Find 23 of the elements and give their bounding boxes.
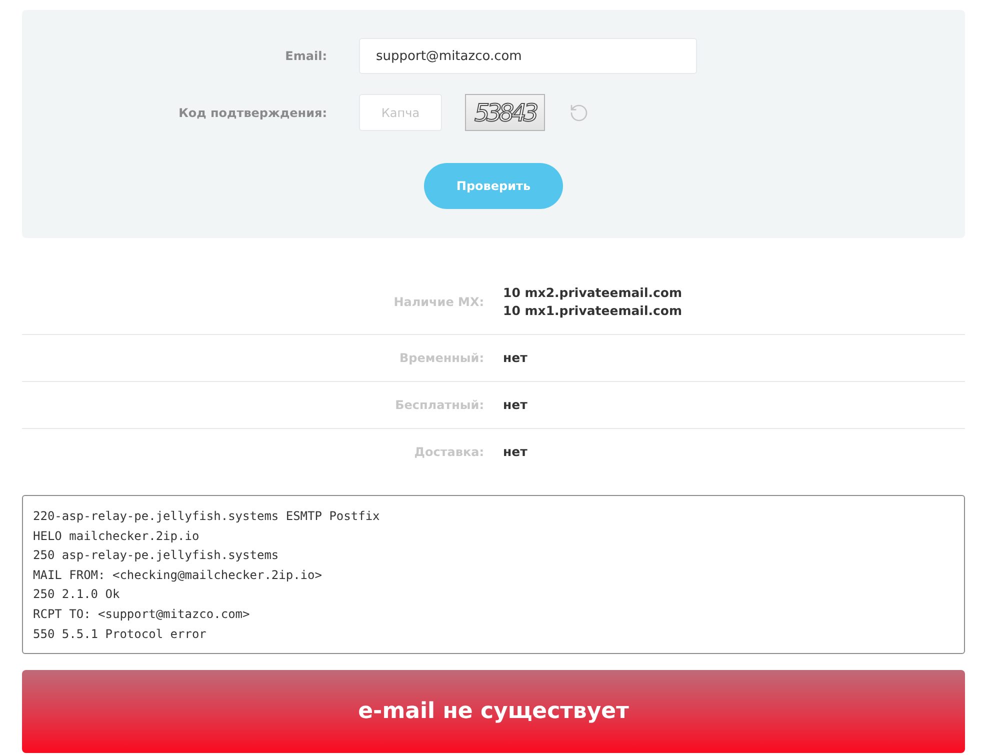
log-line: 250 2.1.0 Ok (33, 586, 121, 604)
result-label: Бесплатный: (394, 398, 484, 412)
result-label: Доставка: (413, 445, 484, 459)
refresh-icon[interactable] (569, 102, 589, 122)
log-line: 550 5.5.1 Protocol error (33, 626, 208, 643)
result-value: нет (503, 443, 528, 461)
result-label: Наличие MX: (392, 295, 484, 309)
result-value: нет (503, 349, 528, 367)
result-label: Временный: (398, 351, 484, 365)
captcha-code: 53843 (465, 94, 545, 131)
log-line: HELO mailchecker.2ip.io (33, 528, 200, 545)
verdict-banner: e-mail не существует (22, 670, 965, 754)
log-line: MAIL FROM: <checking@mailchecker.2ip.io> (33, 566, 323, 584)
result-value: нет (503, 396, 528, 414)
captcha-label: Код подтверждения: (178, 106, 327, 120)
log-line: 220-asp-relay-pe.jellyfish.systems ESMTP Postfix (33, 508, 381, 525)
captcha-field[interactable]: Капча (359, 94, 442, 131)
log-line: 250 asp-relay-pe.jellyfish.systems (33, 547, 280, 564)
log-line: RCPT TO: <support@mitazco.com> (33, 606, 251, 623)
result-value: 10 mx1.privateemail.com (503, 302, 684, 320)
email-field[interactable]: support@mitazco.com (359, 38, 697, 74)
email-label: Email: (284, 49, 327, 63)
result-value: 10 mx2.privateemail.com (503, 284, 684, 302)
